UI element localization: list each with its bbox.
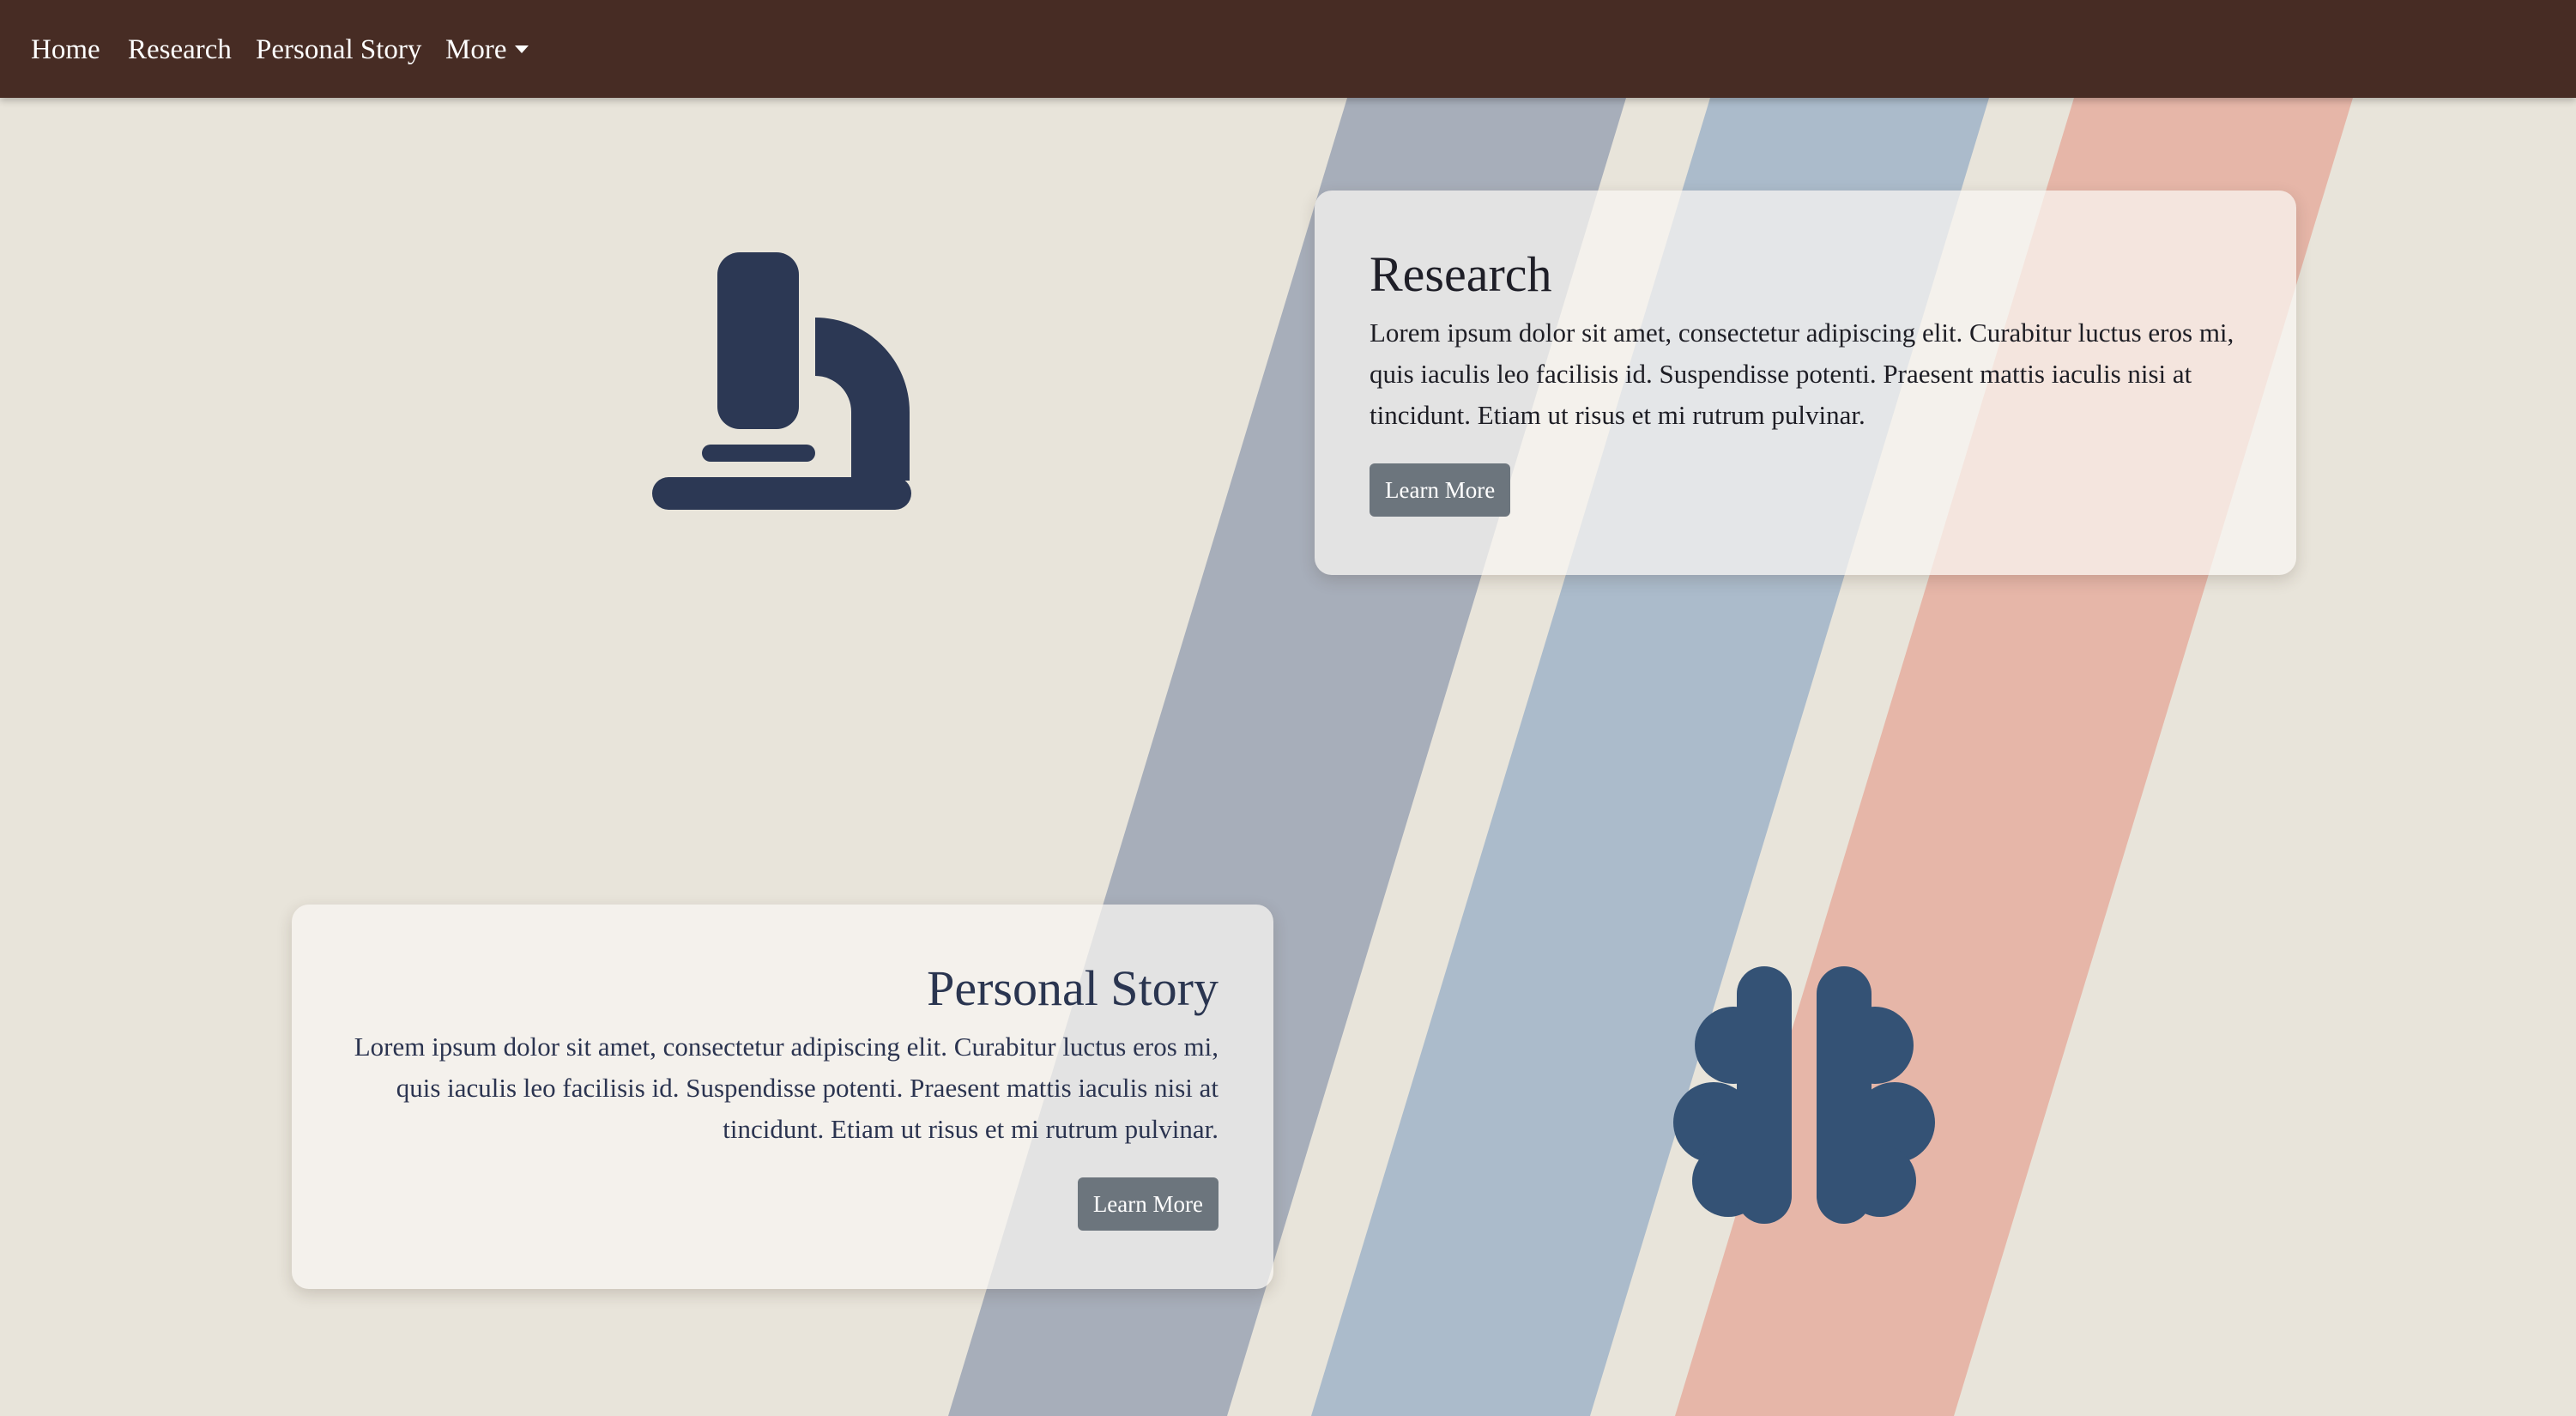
research-description: Lorem ipsum dolor sit amet, consectetur … [1370,318,2234,430]
nav-home-link[interactable]: Home [31,29,100,70]
personal-story-learn-more-button[interactable]: Learn More [1077,1177,1218,1231]
caret-down-icon [515,45,529,53]
research-learn-more-button[interactable]: Learn More [1370,463,1511,517]
research-card: Research Lorem ipsum dolor sit amet, con… [1315,191,2296,575]
nav-more-label: More [445,34,507,65]
personal-story-card: Personal Story Lorem ipsum dolor sit ame… [292,905,1273,1289]
research-title: Research [1370,246,1552,302]
nav-research-link[interactable]: Research [128,29,232,70]
nav-personal-story-link[interactable]: Personal Story [256,29,421,70]
microscope-icon [652,252,911,510]
nav-more-dropdown[interactable]: More [445,29,529,70]
top-navbar: Home Research Personal Story More [0,0,2576,98]
brain-icon [1673,966,1935,1224]
personal-story-title: Personal Story [927,960,1218,1016]
personal-story-description: Lorem ipsum dolor sit amet, consectetur … [354,1032,1218,1144]
